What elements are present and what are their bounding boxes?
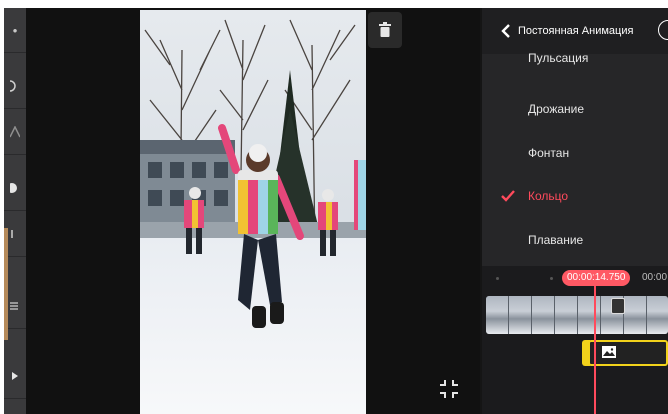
clip-thumbnail xyxy=(624,296,647,334)
check-icon xyxy=(501,190,515,202)
toolbar-dot-button[interactable]: • xyxy=(4,8,26,53)
menu-lines-icon xyxy=(10,302,18,310)
toolbar-text-button[interactable] xyxy=(4,110,26,155)
panel-title: Постоянная Анимация xyxy=(518,25,634,37)
animation-label: Кольцо xyxy=(528,189,569,203)
current-timecode: 00:00:14.750 xyxy=(562,270,631,286)
transition-button[interactable] xyxy=(611,298,625,314)
exit-fullscreen-button[interactable] xyxy=(434,374,464,404)
filled-circle-icon xyxy=(10,183,17,193)
animation-label: Фонтан xyxy=(528,146,570,160)
image-icon xyxy=(602,346,616,358)
circle-icon xyxy=(10,80,16,92)
trash-icon xyxy=(379,22,391,37)
overlay-clip-track[interactable] xyxy=(588,340,668,366)
toolbar-info-button[interactable] xyxy=(4,64,26,109)
chevron-left-icon xyxy=(501,24,510,38)
clip-thumbnail xyxy=(486,296,509,334)
video-clip-track[interactable] xyxy=(486,296,668,334)
next-timecode: 00:00 xyxy=(642,272,668,283)
clip-thumbnail xyxy=(532,296,555,334)
animation-item-ring[interactable]: Кольцо xyxy=(482,176,668,216)
clip-thumbnail xyxy=(647,296,668,334)
toolbar-play-button[interactable] xyxy=(4,354,26,399)
editor-window: • Постоянная Анимация Пульсация Дрожание… xyxy=(4,8,668,414)
clip-thumbnail xyxy=(509,296,532,334)
play-arrow-icon xyxy=(12,372,18,380)
playhead[interactable] xyxy=(594,286,596,414)
animation-panel: Постоянная Анимация Пульсация Дрожание Ф… xyxy=(482,8,668,266)
exit-fullscreen-icon xyxy=(440,380,458,398)
ruler-tick xyxy=(550,277,553,280)
animation-item-fountain[interactable]: Фонтан xyxy=(482,133,668,173)
dot-icon: • xyxy=(12,22,18,38)
side-strip-decoration xyxy=(4,228,8,340)
timeline[interactable]: 00:00:14.750 00:00 xyxy=(482,266,668,414)
video-preview[interactable] xyxy=(140,10,366,414)
help-circle-icon[interactable] xyxy=(658,20,668,40)
ruler-tick xyxy=(496,277,499,280)
toolbar-color-button[interactable] xyxy=(4,166,26,211)
left-toolbar: • xyxy=(4,8,26,414)
animation-label: Дрожание xyxy=(528,102,585,116)
animation-label: Пульсация xyxy=(528,51,589,65)
animation-item-float[interactable]: Плавание xyxy=(482,220,668,260)
delete-button[interactable] xyxy=(368,12,402,48)
triangle-icon xyxy=(10,126,20,138)
animation-label: Плавание xyxy=(528,233,584,247)
clip-thumbnail xyxy=(555,296,578,334)
bracket-icon xyxy=(11,230,13,238)
animation-item-shake[interactable]: Дрожание xyxy=(482,89,668,129)
clip-thumbnail xyxy=(578,296,601,334)
animation-item-pulsation[interactable]: Пульсация xyxy=(482,46,668,70)
video-frame-image xyxy=(140,10,366,414)
